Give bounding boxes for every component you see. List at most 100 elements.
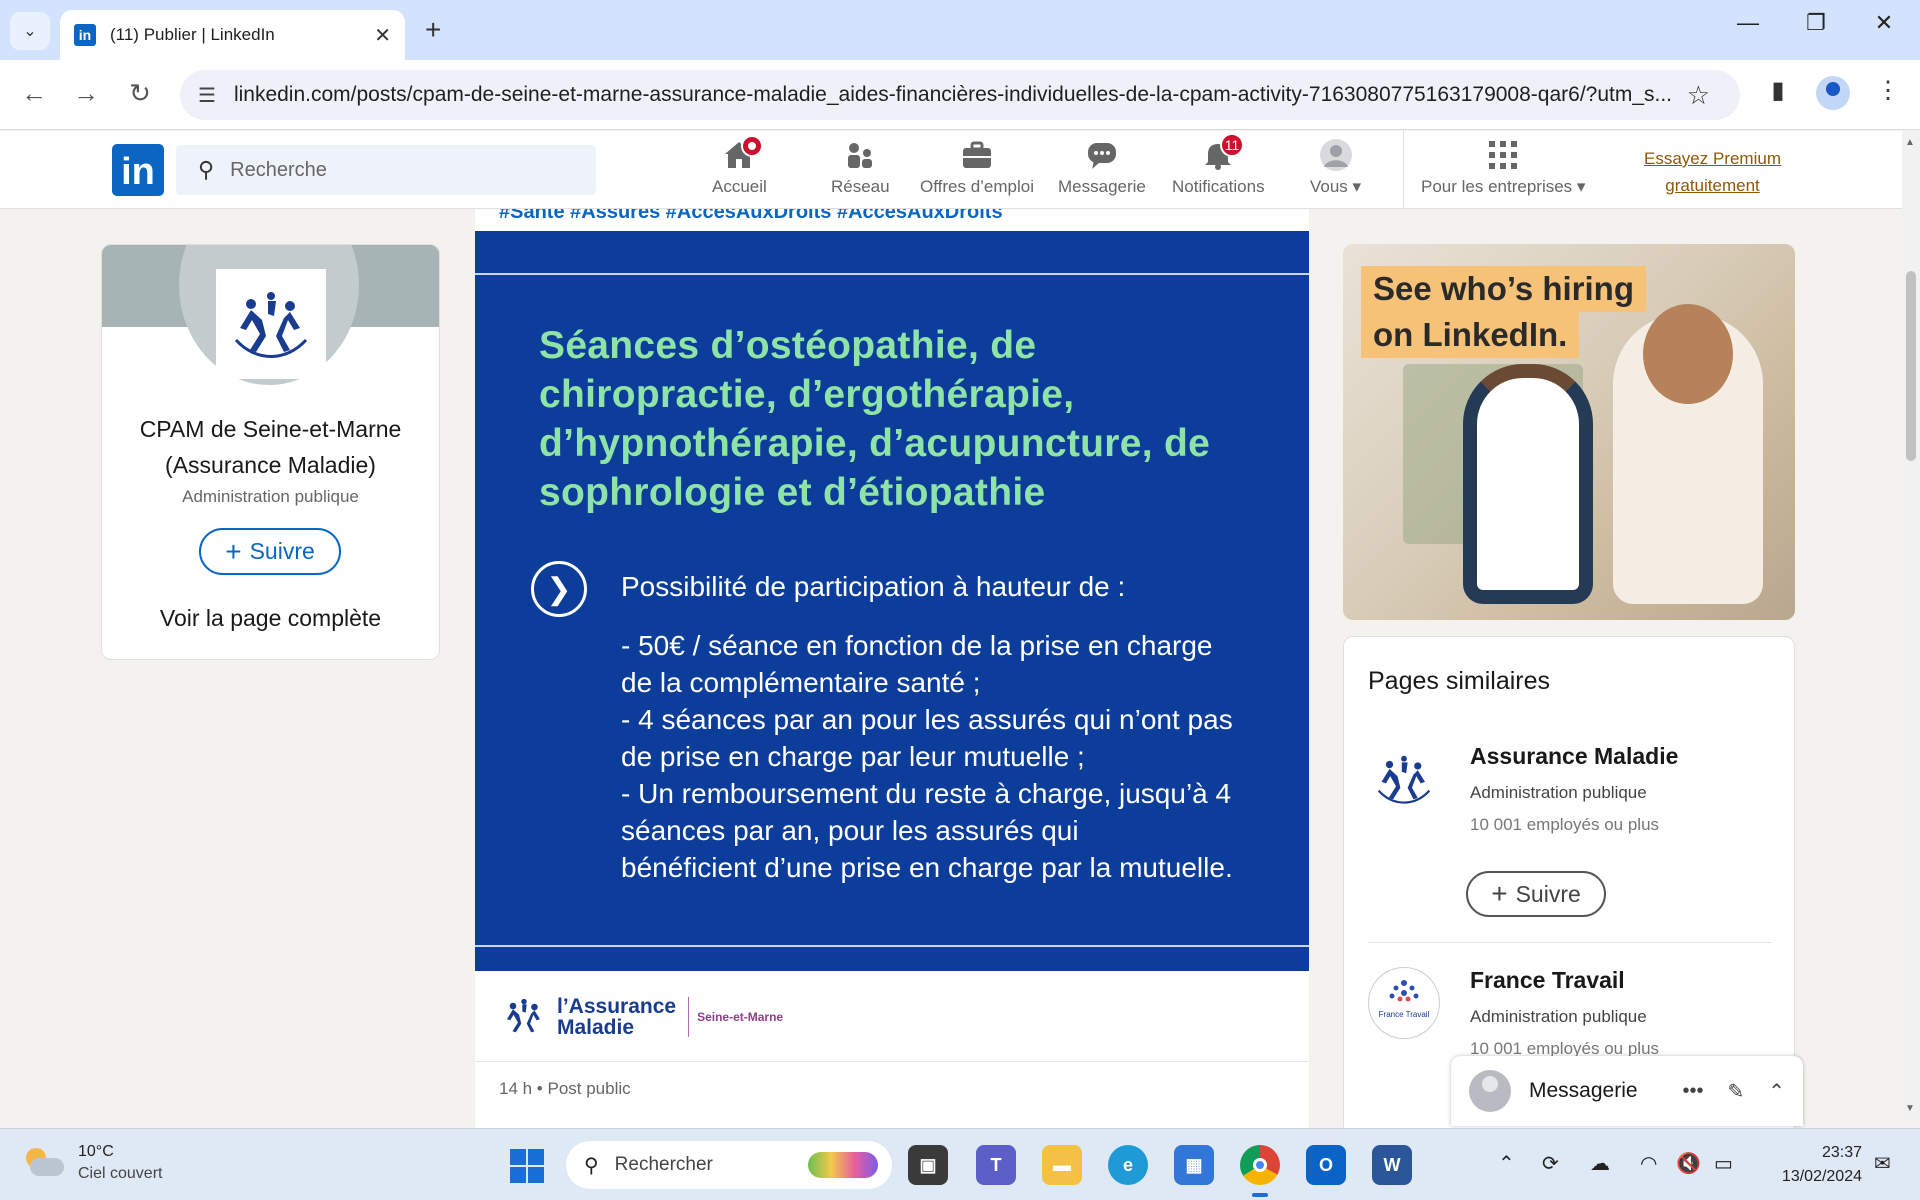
nav-me[interactable]: Vous ▾ bbox=[1310, 137, 1361, 209]
image-heading: Séances d’ostéopathie, de chiropractie, … bbox=[539, 324, 1211, 514]
similar-page-kind: Administration publique bbox=[1470, 783, 1647, 802]
teams-icon[interactable]: T bbox=[976, 1145, 1016, 1185]
post-hashtags[interactable]: #Santé #Assurés #AccesAuxDroits #AccesAu… bbox=[499, 209, 1003, 224]
carnival-mask-icon bbox=[808, 1152, 878, 1178]
address-bar[interactable]: ☰ linkedin.com/posts/cpam-de-seine-et-ma… bbox=[180, 70, 1740, 120]
tab-close-icon[interactable]: ✕ bbox=[374, 23, 391, 48]
page-scrollbar[interactable]: ▲ ▼ bbox=[1902, 131, 1920, 1121]
notifications-center-icon[interactable]: ✉ bbox=[1874, 1151, 1891, 1176]
nav-home[interactable]: Accueil bbox=[712, 135, 767, 209]
file-explorer-icon[interactable]: ▬ bbox=[1042, 1145, 1082, 1185]
nav-jobs[interactable]: Offres d’emploi bbox=[920, 137, 1034, 209]
store-icon[interactable]: ▦ bbox=[1174, 1145, 1214, 1185]
cloud-sun-icon bbox=[24, 1148, 64, 1178]
image-intro: Possibilité de participation à hauteur d… bbox=[621, 571, 1126, 602]
similar-page-name[interactable]: Assurance Maladie bbox=[1470, 743, 1678, 770]
profile-avatar-icon[interactable] bbox=[1816, 76, 1850, 110]
brand-wordmark: l’Assurance Maladie bbox=[557, 995, 677, 1039]
chat-icon bbox=[1084, 137, 1120, 173]
nav-messaging[interactable]: Messagerie bbox=[1058, 137, 1146, 209]
chevron-up-icon[interactable]: ⌃ bbox=[1768, 1079, 1785, 1104]
bookmark-star-icon[interactable]: ☆ bbox=[1687, 80, 1710, 111]
side-panel-icon[interactable]: ▮ bbox=[1760, 76, 1796, 105]
notification-count-badge: 11 bbox=[1219, 133, 1245, 157]
nav-label: Pour les entreprises ▾ bbox=[1421, 177, 1586, 196]
sync-icon[interactable]: ⟳ bbox=[1542, 1151, 1559, 1176]
header-divider bbox=[1403, 131, 1404, 209]
search-input[interactable] bbox=[230, 158, 571, 182]
brand-department: Seine-et-Marne bbox=[697, 1010, 784, 1024]
new-tab-button[interactable]: + bbox=[425, 14, 441, 46]
site-info-icon[interactable]: ☰ bbox=[198, 83, 216, 108]
assurance-maladie-brand: l’Assurance Maladie Seine-et-Marne bbox=[499, 995, 783, 1039]
weather-widget[interactable]: 10°C Ciel couvert bbox=[24, 1143, 162, 1183]
home-icon bbox=[721, 135, 764, 173]
follow-label: Suivre bbox=[1515, 880, 1581, 907]
divider bbox=[1368, 942, 1772, 943]
weather-temp: 10°C bbox=[78, 1143, 114, 1160]
task-view-icon[interactable]: ▣ bbox=[908, 1145, 948, 1185]
view-full-page-link[interactable]: Voir la page complète bbox=[102, 605, 439, 632]
browser-tab-active[interactable]: in (11) Publier | LinkedIn ✕ bbox=[60, 10, 405, 60]
browser-tab-strip: ⌄ in (11) Publier | LinkedIn ✕ + — ❐ ✕ bbox=[0, 0, 1920, 60]
scrollbar-thumb[interactable] bbox=[1906, 271, 1916, 461]
nav-label: Réseau bbox=[831, 177, 890, 196]
wifi-icon[interactable]: ◠ bbox=[1640, 1151, 1657, 1176]
post-image[interactable]: Séances d’ostéopathie, de chiropractie, … bbox=[475, 231, 1309, 971]
linkedin-favicon-icon: in bbox=[74, 24, 96, 46]
nav-network[interactable]: Réseau bbox=[831, 137, 890, 209]
onedrive-icon[interactable]: ☁ bbox=[1590, 1151, 1610, 1176]
body-line: de la complémentaire santé ; bbox=[621, 667, 981, 698]
more-options-icon[interactable]: ••• bbox=[1682, 1080, 1703, 1103]
compose-icon[interactable]: ✎ bbox=[1727, 1079, 1744, 1104]
scroll-up-arrow-icon[interactable]: ▲ bbox=[1905, 137, 1915, 148]
minimize-button[interactable]: — bbox=[1728, 10, 1768, 36]
clock-time: 23:37 bbox=[1821, 1144, 1862, 1161]
search-icon: ⚲ bbox=[198, 157, 215, 182]
back-button[interactable]: ← bbox=[16, 78, 52, 109]
volume-muted-icon[interactable]: 🔇 bbox=[1676, 1151, 1701, 1176]
windows-start-icon[interactable] bbox=[510, 1149, 544, 1183]
menu-dots-icon[interactable]: ⋮ bbox=[1870, 76, 1906, 105]
reload-button[interactable]: ↻ bbox=[122, 78, 158, 109]
france-travail-logo-icon: France Travail bbox=[1368, 967, 1440, 1039]
company-name[interactable]: CPAM de Seine-et-Marne (Assurance Maladi… bbox=[102, 411, 439, 483]
linkedin-search[interactable]: ⚲ bbox=[176, 145, 596, 195]
messaging-bar[interactable]: Messagerie ••• ✎ ⌃ bbox=[1451, 1056, 1803, 1126]
nav-notifications[interactable]: 11 Notifications bbox=[1172, 133, 1265, 209]
system-clock[interactable]: 23:37 13/02/2024 bbox=[1752, 1141, 1862, 1189]
word-icon[interactable]: W bbox=[1372, 1145, 1412, 1185]
forward-button[interactable]: → bbox=[68, 78, 104, 109]
similar-page-name[interactable]: France Travail bbox=[1470, 967, 1625, 994]
grid-icon bbox=[1485, 137, 1521, 173]
body-line: de prise en charge par leur mutuelle ; bbox=[621, 741, 1085, 772]
linkedin-header: in ⚲ Accueil Réseau Offres d’emploi Mess… bbox=[0, 131, 1920, 209]
body-line: séances par an, pour les assurés qui bbox=[621, 815, 1079, 846]
follow-button[interactable]: + Suivre bbox=[1466, 871, 1606, 917]
ad-person-illustration bbox=[1463, 364, 1593, 604]
linkedin-logo-icon[interactable]: in bbox=[112, 144, 164, 196]
network-icon bbox=[842, 137, 878, 173]
company-kind: Administration publique bbox=[182, 487, 359, 506]
chrome-icon[interactable] bbox=[1240, 1145, 1280, 1197]
taskbar-search[interactable]: ⚲ Rechercher bbox=[566, 1141, 892, 1189]
outlook-icon[interactable]: O bbox=[1306, 1145, 1346, 1185]
nav-for-business[interactable]: Pour les entreprises ▾ bbox=[1421, 137, 1585, 209]
ad-banner[interactable]: See who’s hiring on LinkedIn. bbox=[1343, 244, 1795, 620]
tray-overflow-chevron-icon[interactable]: ⌃ bbox=[1498, 1151, 1515, 1176]
restore-button[interactable]: ❐ bbox=[1796, 10, 1836, 36]
assurance-maladie-logo-icon[interactable] bbox=[216, 269, 326, 379]
battery-icon[interactable]: ▭ bbox=[1714, 1151, 1733, 1176]
close-window-button[interactable]: ✕ bbox=[1864, 10, 1904, 36]
nav-label: Offres d’emploi bbox=[920, 177, 1035, 196]
scroll-down-arrow-icon[interactable]: ▼ bbox=[1905, 1103, 1915, 1114]
plus-icon: + bbox=[1491, 878, 1508, 909]
image-footer: l’Assurance Maladie Seine-et-Marne bbox=[475, 971, 1309, 1071]
premium-link[interactable]: Essayez Premium gratuitement bbox=[1630, 145, 1795, 199]
similar-page-count: 10 001 employés ou plus bbox=[1470, 815, 1660, 834]
tab-search-button[interactable]: ⌄ bbox=[10, 12, 50, 50]
company-card: CPAM de Seine-et-Marne (Assurance Maladi… bbox=[101, 244, 440, 660]
follow-button[interactable]: + Suivre bbox=[199, 528, 341, 575]
edge-icon[interactable]: e bbox=[1108, 1145, 1148, 1185]
ad-headline: on LinkedIn. bbox=[1361, 312, 1580, 358]
